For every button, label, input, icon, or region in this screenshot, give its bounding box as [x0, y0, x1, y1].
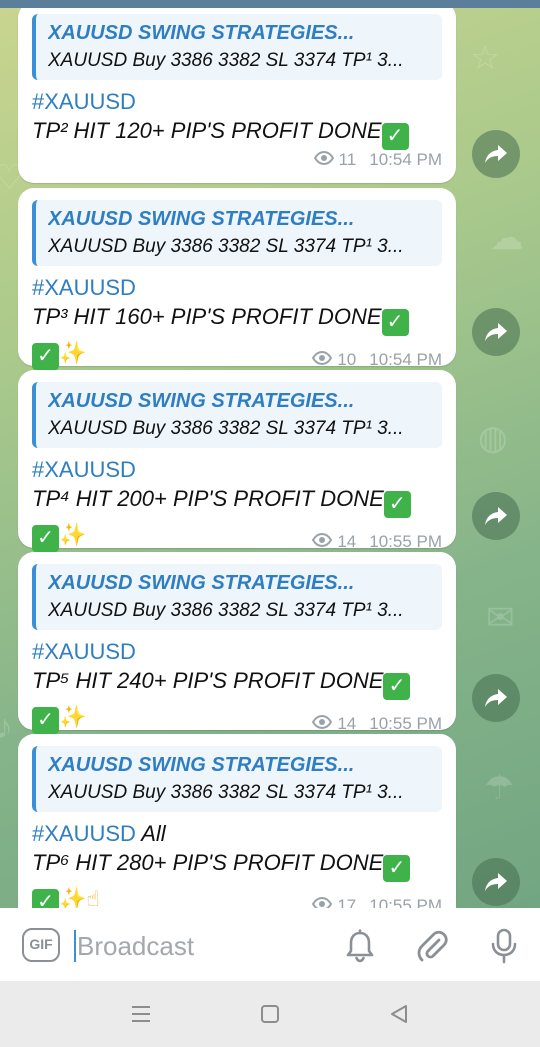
message-text: TP⁴ HIT 200+ PIP'S PROFIT DONE — [32, 486, 384, 511]
view-count: 14 — [337, 714, 357, 733]
reply-snippet: XAUUSD Buy 3386 3382 SL 3374 TP¹ 3... — [48, 600, 404, 621]
menu-lines-icon[interactable] — [126, 1001, 156, 1027]
note-doodle-icon: ♪ — [0, 708, 13, 746]
system-nav-bar — [0, 981, 540, 1047]
message-meta: 14 10:55 PM — [312, 532, 442, 552]
check-mark-icon: ✓ — [381, 309, 409, 336]
hashtag-link[interactable]: #XAUUSD — [32, 821, 136, 846]
message-meta: 14 10:55 PM — [312, 714, 442, 734]
view-count: 11 — [338, 150, 357, 169]
pointing-hand-icon: ☝ — [86, 886, 100, 908]
view-count: 17 — [337, 896, 357, 908]
message-bubble[interactable]: XAUUSD SWING STRATEGIES... XAUUSD Buy 338… — [18, 8, 456, 183]
eye-icon — [313, 150, 334, 170]
message-time: 10:55 PM — [369, 896, 442, 908]
view-count: 14 — [337, 532, 357, 551]
share-forward-icon[interactable] — [472, 308, 520, 356]
status-strip — [0, 0, 540, 8]
check-mark-icon: ✓ — [383, 491, 411, 518]
sparkles-icon: ✨ — [59, 522, 87, 547]
reply-title: XAUUSD SWING STRATEGIES... — [48, 572, 355, 594]
check-mark-icon: ✓ — [32, 707, 59, 734]
square-home-icon[interactable] — [255, 1001, 285, 1027]
star-doodle-icon: ☆ — [470, 39, 501, 77]
gif-button[interactable]: GIF — [22, 928, 60, 962]
ticket-doodle-icon: ✉ — [486, 599, 515, 637]
message-text: TP⁵ HIT 240+ PIP'S PROFIT DONE — [32, 668, 384, 693]
message-time: 10:54 PM — [369, 350, 442, 369]
check-mark-icon: ✓ — [383, 673, 411, 700]
globe-doodle-icon: ◍ — [478, 419, 508, 457]
message-bubble[interactable]: XAUUSD SWING STRATEGIES... XAUUSD Buy 338… — [18, 188, 456, 370]
hashtag-link[interactable]: #XAUUSD — [32, 89, 136, 114]
message-meta: 11 10:54 PM — [313, 150, 442, 170]
eye-icon — [312, 350, 333, 370]
chat-area[interactable]: ☆ ☁ ◍ ✉ ☂ ♡ ♪ XAUUSD SWING STRATEGIES...… — [0, 8, 540, 908]
reply-quote[interactable]: XAUUSD SWING STRATEGIES... XAUUSD Buy 338… — [32, 382, 442, 448]
sparkles-icon: ✨ — [59, 704, 87, 729]
reply-title: XAUUSD SWING STRATEGIES... — [48, 208, 355, 230]
check-mark-icon: ✓ — [383, 855, 411, 882]
eye-icon — [312, 532, 333, 552]
message-extra-text: All — [135, 821, 166, 846]
message-bubble[interactable]: XAUUSD SWING STRATEGIES... XAUUSD Buy 338… — [18, 370, 456, 552]
text-cursor — [74, 930, 76, 962]
reply-title: XAUUSD SWING STRATEGIES... — [48, 390, 355, 412]
eye-icon — [312, 896, 333, 908]
reply-quote[interactable]: XAUUSD SWING STRATEGIES... XAUUSD Buy 338… — [32, 564, 442, 630]
reply-snippet: XAUUSD Buy 3386 3382 SL 3374 TP¹ 3... — [48, 418, 404, 439]
message-time: 10:55 PM — [369, 714, 442, 733]
message-text: TP⁶ HIT 280+ PIP'S PROFIT DONE — [32, 850, 384, 875]
reply-snippet: XAUUSD Buy 3386 3382 SL 3374 TP¹ 3... — [48, 236, 404, 257]
message-meta: 10 10:54 PM — [312, 350, 442, 370]
share-forward-icon[interactable] — [472, 492, 520, 540]
share-forward-icon[interactable] — [472, 130, 520, 178]
reply-snippet: XAUUSD Buy 3386 3382 SL 3374 TP¹ 3... — [48, 782, 404, 803]
message-text: TP³ HIT 160+ PIP'S PROFIT DONE — [32, 304, 382, 329]
check-mark-icon: ✓ — [32, 343, 59, 370]
message-meta: 17 10:55 PM — [312, 896, 442, 908]
hashtag-link[interactable]: #XAUUSD — [32, 639, 136, 664]
reply-quote[interactable]: XAUUSD SWING STRATEGIES... XAUUSD Buy 338… — [32, 746, 442, 812]
paperclip-icon[interactable] — [412, 926, 452, 966]
cloud-doodle-icon: ☁ — [490, 219, 524, 257]
message-input-wrap[interactable] — [74, 926, 324, 966]
hashtag-link[interactable]: #XAUUSD — [32, 457, 136, 482]
hashtag-link[interactable]: #XAUUSD — [32, 275, 136, 300]
sparkles-icon: ✨ — [59, 340, 87, 365]
triangle-back-icon[interactable] — [384, 1001, 414, 1027]
message-time: 10:54 PM — [369, 150, 442, 169]
view-count: 10 — [337, 350, 357, 369]
message-bubble[interactable]: XAUUSD SWING STRATEGIES... XAUUSD Buy 338… — [18, 552, 456, 734]
bell-icon[interactable] — [340, 926, 380, 966]
check-mark-icon: ✓ — [32, 525, 59, 552]
message-text: TP² HIT 120+ PIP'S PROFIT DONE — [32, 118, 382, 143]
microphone-icon[interactable] — [484, 926, 524, 966]
reply-title: XAUUSD SWING STRATEGIES... — [48, 754, 355, 776]
sparkles-icon: ✨ — [59, 886, 87, 908]
check-mark-icon: ✓ — [381, 123, 409, 150]
reply-title: XAUUSD SWING STRATEGIES... — [48, 22, 355, 44]
umbrella-doodle-icon: ☂ — [484, 769, 515, 807]
share-forward-icon[interactable] — [472, 858, 520, 906]
reply-quote[interactable]: XAUUSD SWING STRATEGIES... XAUUSD Buy 338… — [32, 14, 442, 80]
eye-icon — [312, 714, 333, 734]
reply-snippet: XAUUSD Buy 3386 3382 SL 3374 TP¹ 3... — [48, 50, 404, 71]
message-time: 10:55 PM — [369, 532, 442, 551]
message-input[interactable] — [77, 926, 317, 966]
reply-quote[interactable]: XAUUSD SWING STRATEGIES... XAUUSD Buy 338… — [32, 200, 442, 266]
message-bubble[interactable]: XAUUSD SWING STRATEGIES... XAUUSD Buy 338… — [18, 734, 456, 908]
check-mark-icon: ✓ — [32, 889, 59, 908]
composer-bar: GIF — [0, 908, 540, 981]
share-forward-icon[interactable] — [472, 674, 520, 722]
